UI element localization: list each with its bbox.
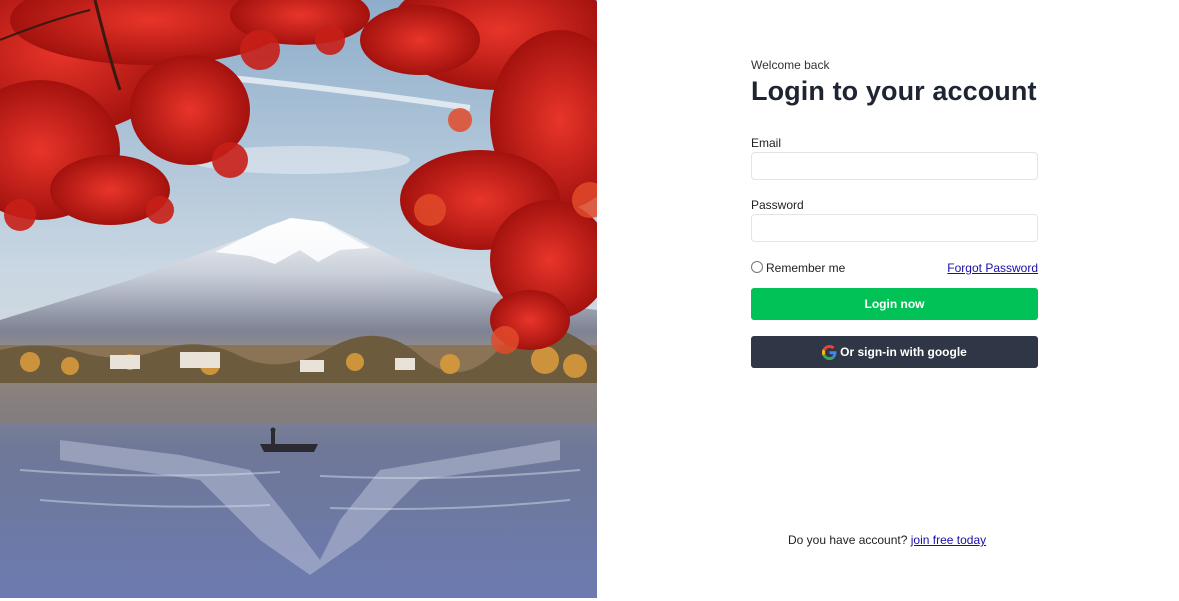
login-button-label: Login now [864, 297, 925, 311]
email-field[interactable] [751, 152, 1038, 180]
login-button[interactable]: Login now [751, 288, 1038, 320]
password-label: Password [751, 198, 804, 212]
password-field[interactable] [751, 214, 1038, 242]
options-row: Remember me Forgot Password [751, 260, 1038, 276]
login-form: Welcome back Login to your account Email… [751, 58, 1038, 368]
google-button-label: Or sign-in with google [840, 345, 967, 359]
google-signin-button[interactable]: Or sign-in with google [751, 336, 1038, 368]
remember-me-label: Remember me [766, 261, 846, 275]
signup-prompt-text: Do you have account? [788, 533, 908, 547]
google-icon [822, 344, 837, 360]
remember-me-radio[interactable] [751, 260, 763, 273]
remember-me-option[interactable]: Remember me [751, 260, 846, 275]
forgot-password-link[interactable]: Forgot Password [947, 261, 1038, 275]
email-label: Email [751, 136, 782, 150]
signup-prompt: Do you have account? join free today [788, 533, 986, 547]
welcome-text: Welcome back [751, 58, 830, 72]
hero-image [0, 0, 597, 598]
page-title: Login to your account [751, 76, 1037, 106]
join-free-link[interactable]: join free today [911, 533, 986, 547]
